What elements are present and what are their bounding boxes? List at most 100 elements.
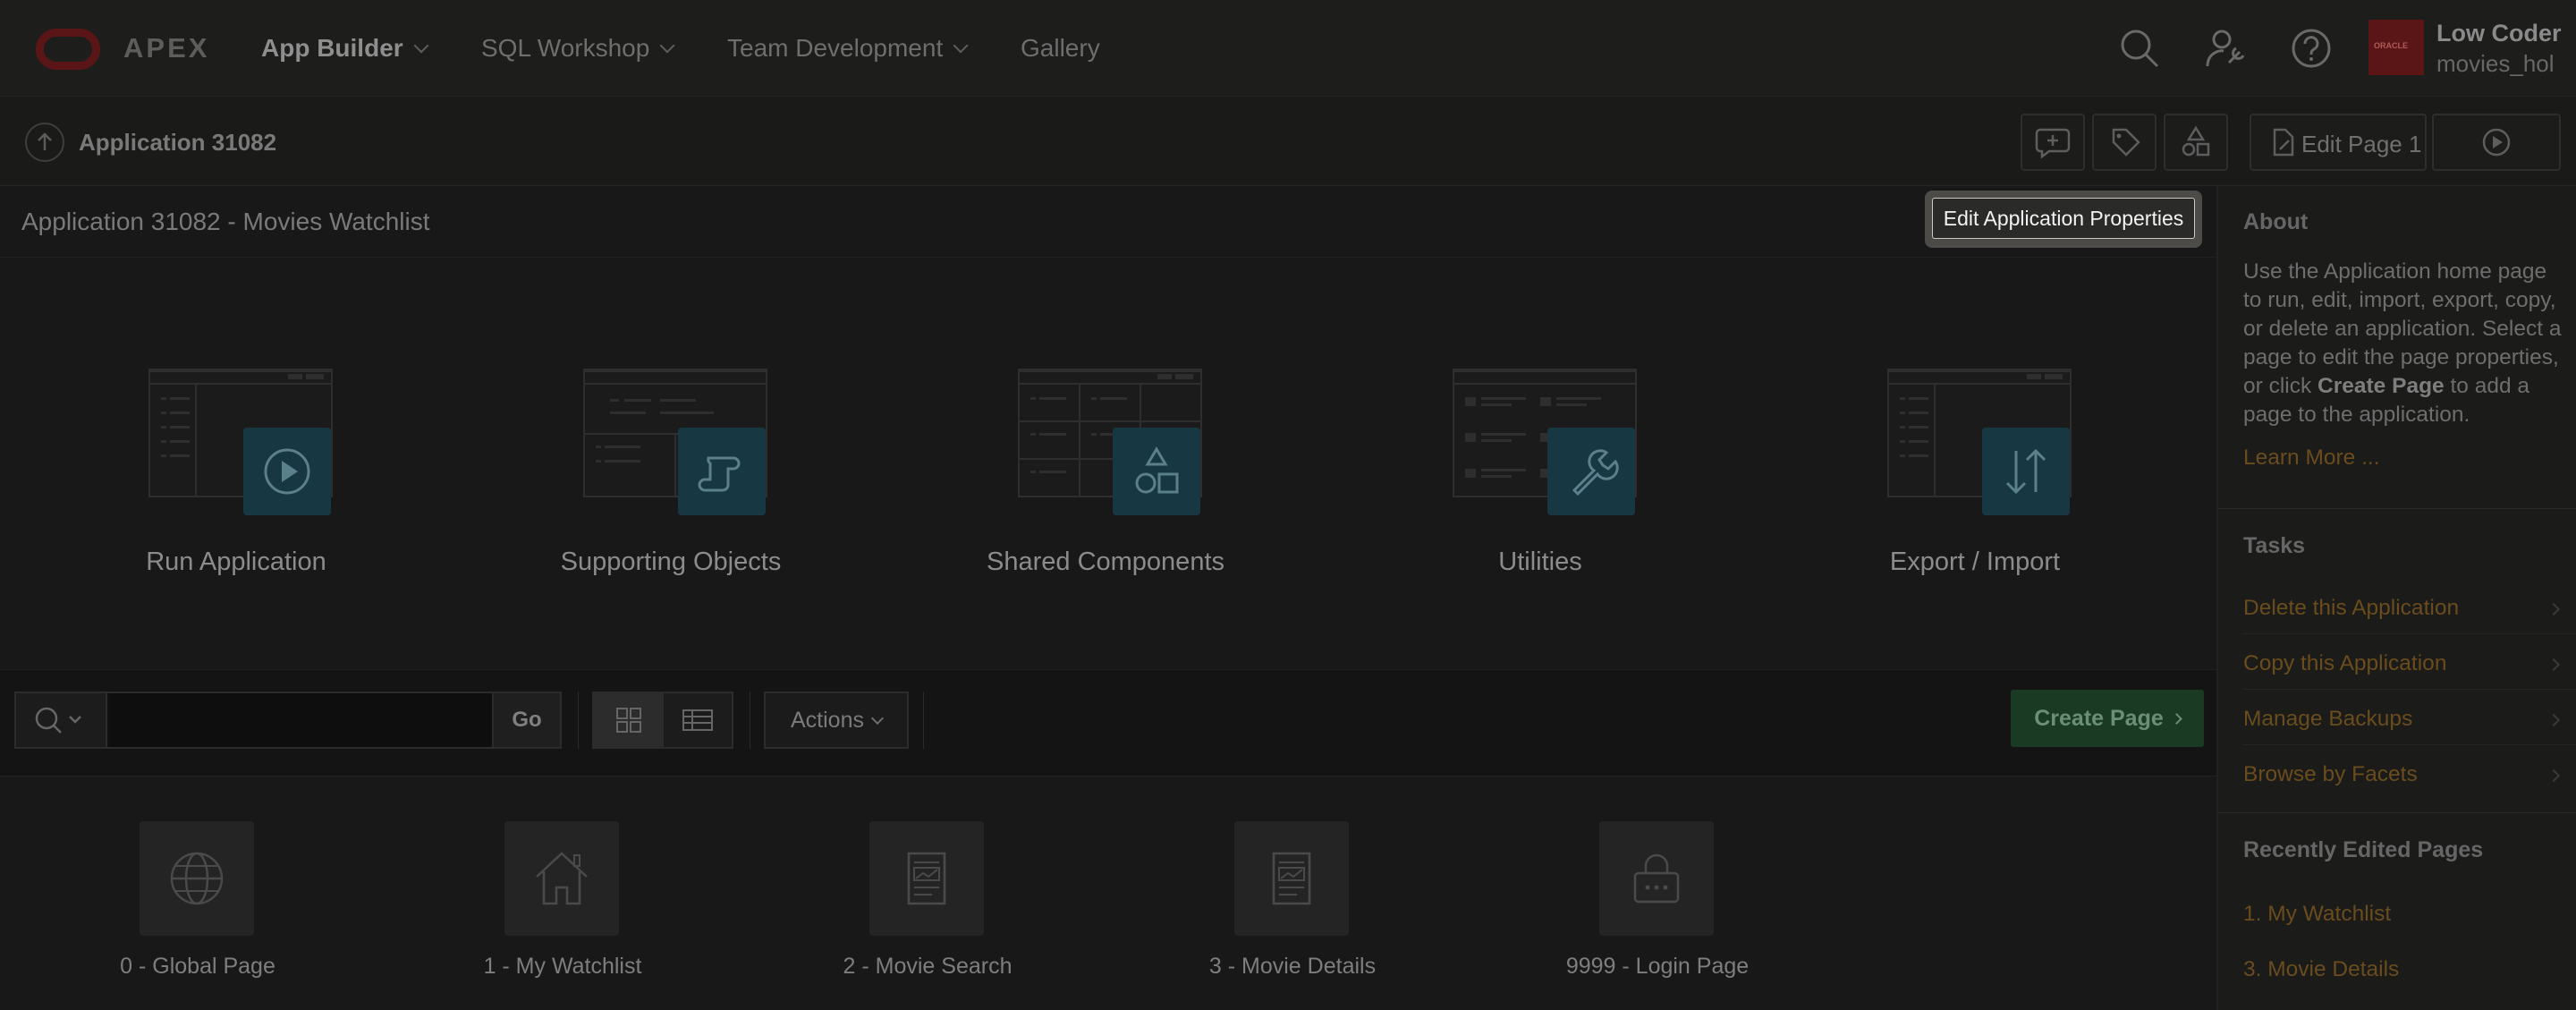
icon-view-button[interactable]: [594, 693, 664, 747]
chevron-right-icon: [2170, 713, 2182, 725]
shapes-icon: [2182, 125, 2210, 157]
page-icon: [907, 852, 946, 905]
nav-menu-label: SQL Workshop: [481, 34, 650, 62]
export-import-icon-box: [1982, 428, 2070, 515]
task-label: Manage Backups: [2243, 707, 2413, 731]
page-tile[interactable]: 0 - Global Page: [81, 821, 296, 1000]
application-region-header: Application 31082 - Movies Watchlist Edi…: [0, 186, 2216, 258]
breadcrumb-current: Application 31082: [79, 129, 277, 156]
main-content: Application 31082 - Movies Watchlist Edi…: [0, 186, 2216, 1010]
create-page-button[interactable]: Create Page: [2011, 690, 2204, 747]
workspace-name[interactable]: movies_hol: [2436, 50, 2555, 78]
help-icon[interactable]: [2290, 27, 2333, 70]
search-icon[interactable]: [2118, 27, 2161, 70]
user-name[interactable]: Low Coder: [2436, 20, 2562, 47]
search-scope-button[interactable]: [16, 693, 107, 747]
create-page-label: Create Page: [2034, 706, 2164, 731]
recent-page-link[interactable]: 1. My Watchlist: [2243, 902, 2391, 927]
tooltip-highlight: Edit Application Properties: [1925, 191, 2202, 248]
wrench-icon: [1572, 449, 1619, 497]
chevron-down-icon: [870, 711, 885, 726]
admin-user-icon[interactable]: [2204, 27, 2247, 70]
task-label: Copy this Application: [2243, 651, 2447, 675]
task-divider: [2243, 689, 2576, 690]
page-tile[interactable]: 1 - My Watchlist: [446, 821, 661, 1000]
pages-toolbar: Go Actions Create Page: [0, 669, 2216, 777]
task-label: Browse by Facets: [2243, 762, 2418, 786]
tile-label: Utilities: [1498, 547, 1582, 576]
tile-label: Shared Components: [987, 547, 1224, 576]
chevron-right-icon: [2546, 658, 2561, 672]
developer-tools-button[interactable]: [2092, 114, 2157, 171]
edit-application-properties-button[interactable]: Edit Application Properties: [1932, 198, 2195, 239]
task-browse-by-facets[interactable]: Browse by Facets: [2243, 762, 2565, 818]
chevron-down-icon: [659, 38, 675, 54]
pages-list: 0 - Global Page 1 - My Watchlist 2 - Mov…: [0, 777, 2216, 1010]
avatar[interactable]: ORACLE: [2368, 20, 2424, 75]
scroll-icon: [698, 456, 741, 492]
apex-logo-text[interactable]: APEX: [123, 32, 209, 64]
right-sidebar: About Use the Application home page to r…: [2216, 186, 2576, 1010]
page-label: 1 - My Watchlist: [483, 954, 642, 979]
top-navigation-bar: APEX App Builder SQL Workshop Team Devel…: [0, 0, 2576, 97]
page-tile[interactable]: 9999 - Login Page: [1541, 821, 1756, 1000]
nav-menu-team-development[interactable]: Team Development: [727, 34, 969, 63]
task-delete-application[interactable]: Delete this Application: [2243, 596, 2565, 651]
shared-components-tile[interactable]: Shared Components: [987, 347, 1224, 607]
application-actions-region: Run Application Supporting Objects Share…: [0, 258, 2216, 669]
task-copy-application[interactable]: Copy this Application: [2243, 651, 2565, 707]
learn-more-link[interactable]: Learn More ...: [2243, 446, 2380, 471]
search-icon: [35, 707, 81, 734]
nav-menu-sql-workshop[interactable]: SQL Workshop: [481, 34, 675, 63]
supporting-objects-icon-box: [678, 428, 766, 515]
edit-page-button[interactable]: Edit Page 1: [2250, 114, 2427, 171]
oracle-logo-icon[interactable]: [36, 29, 100, 70]
nav-menu-label: Team Development: [727, 34, 944, 62]
search-input[interactable]: [109, 693, 494, 747]
utilities-tile[interactable]: Utilities: [1433, 347, 1648, 607]
recent-page-link[interactable]: 3. Movie Details: [2243, 957, 2399, 982]
export-import-tile[interactable]: Export / Import: [1868, 347, 2082, 607]
tasks-heading: Tasks: [2243, 533, 2306, 558]
tag-icon: [2112, 128, 2140, 157]
view-toggle-group: [592, 692, 733, 749]
recently-edited-heading: Recently Edited Pages: [2243, 837, 2484, 862]
run-application-tile[interactable]: Run Application: [129, 347, 343, 607]
page-label: 3 - Movie Details: [1208, 954, 1377, 979]
report-view-button[interactable]: [664, 693, 732, 747]
task-label: Delete this Application: [2243, 596, 2460, 620]
supporting-objects-tile[interactable]: Supporting Objects: [561, 347, 781, 607]
up-arrow-button[interactable]: [25, 123, 64, 162]
feedback-button[interactable]: [2021, 114, 2085, 171]
about-text-bold: Create Page: [2318, 374, 2445, 398]
page-icon-box: [869, 821, 984, 936]
chevron-right-icon: [2546, 602, 2561, 616]
lock-icon: [1633, 853, 1680, 904]
edit-page-icon: [2273, 128, 2294, 157]
page-icon-box: [504, 821, 619, 936]
about-heading: About: [2243, 209, 2309, 234]
arrow-up-icon: [38, 132, 52, 150]
shared-components-button[interactable]: [2164, 114, 2228, 171]
chevron-right-icon: [2546, 713, 2561, 727]
about-text: Use the Application home page to run, ed…: [2243, 258, 2565, 429]
page-tile[interactable]: 3 - Movie Details: [1176, 821, 1391, 1000]
page-title: Application 31082 - Movies Watchlist: [21, 208, 430, 235]
actions-menu-button[interactable]: Actions: [764, 692, 909, 749]
toolbar-divider: [578, 692, 579, 749]
nav-menu-gallery[interactable]: Gallery: [1021, 34, 1100, 63]
nav-menu-app-builder[interactable]: App Builder: [261, 34, 429, 63]
shapes-icon: [1135, 446, 1179, 494]
chevron-down-icon: [413, 38, 429, 54]
page-label: 2 - Movie Search: [843, 954, 1013, 979]
edit-page-label: Edit Page 1: [2301, 131, 2422, 157]
page-label: 9999 - Login Page: [1565, 954, 1750, 979]
sidebar-divider: [2218, 508, 2576, 509]
search-group: Go: [14, 692, 562, 749]
go-button[interactable]: Go: [492, 693, 560, 747]
home-icon: [536, 852, 588, 905]
page-tile[interactable]: 2 - Movie Search: [811, 821, 1026, 1000]
run-page-button[interactable]: [2432, 114, 2561, 171]
task-divider: [2243, 744, 2576, 745]
task-manage-backups[interactable]: Manage Backups: [2243, 707, 2565, 762]
